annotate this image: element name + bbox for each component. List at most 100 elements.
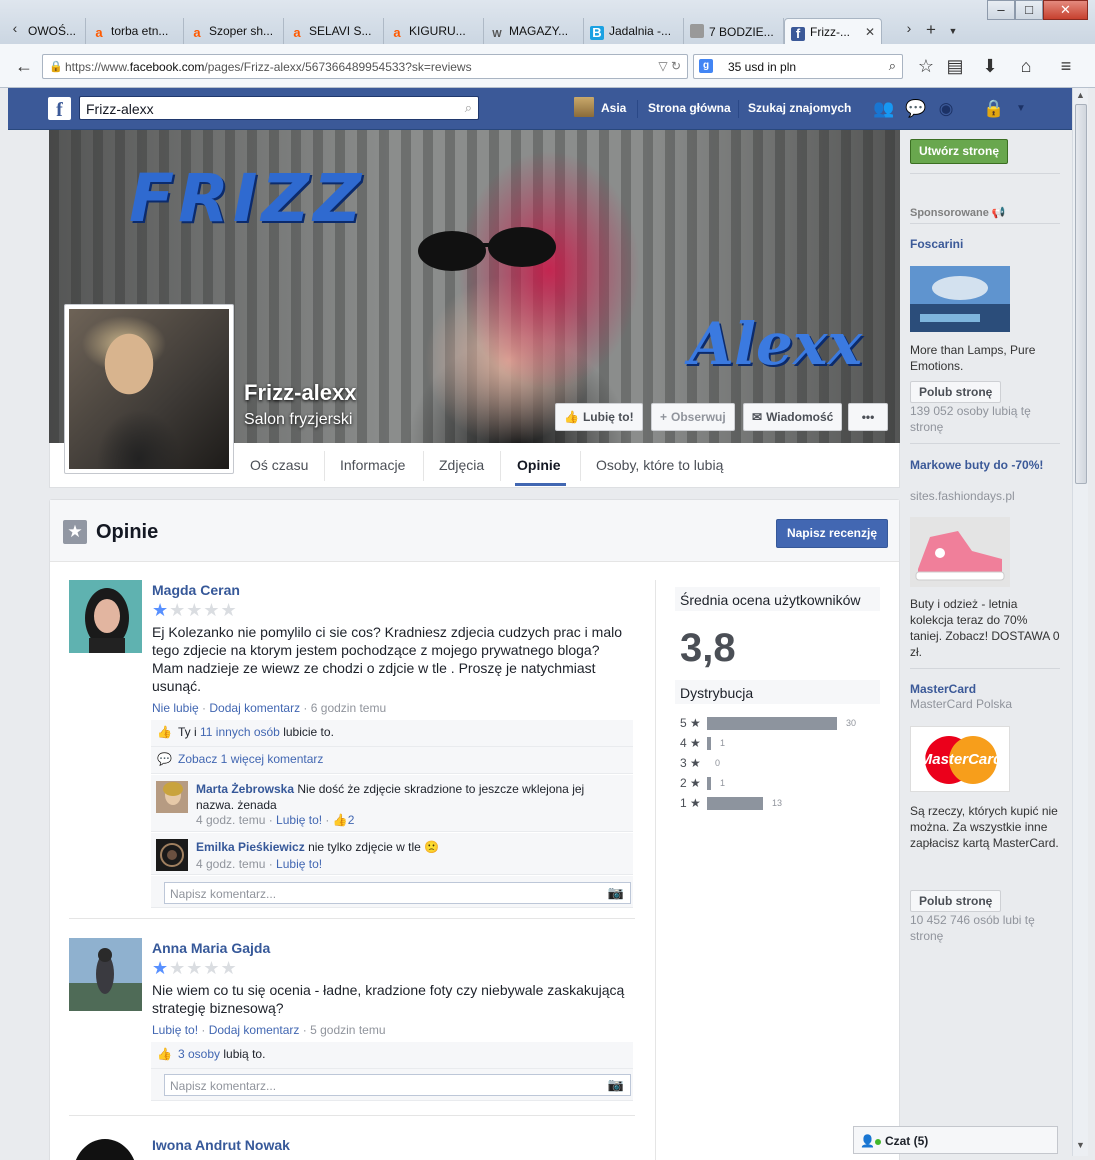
tab-timeline[interactable]: Oś czasu [250, 457, 308, 473]
browser-tab[interactable]: 7 BODZIE... [684, 18, 784, 44]
review-time[interactable]: 6 godzin temu [311, 701, 386, 715]
browser-tab[interactable]: a Szoper sh... [184, 18, 284, 44]
review-author[interactable]: Iwona Andrut Nowak [152, 1137, 290, 1153]
chat-tab[interactable]: 👤 Czat (5) [853, 1126, 1058, 1154]
likes-link[interactable]: 11 innych osób [200, 725, 280, 739]
like-link[interactable]: Lubię to! [152, 1023, 198, 1037]
browser-tab[interactable]: a SELAVI S... [284, 18, 384, 44]
browser-tab[interactable]: a KIGURU... [384, 18, 484, 44]
create-page-button[interactable]: Utwórz stronę [910, 139, 1008, 164]
facebook-search-input[interactable]: Frizz-alexx ⌕ [79, 96, 479, 120]
avatar[interactable] [156, 781, 188, 813]
facebook-logo-icon[interactable]: f [48, 97, 71, 121]
ad-text[interactable]: Buty i odzież - letnia kolekcja teraz do… [910, 596, 1060, 660]
search-bar[interactable]: g 35 usd in pln ⌕ [693, 54, 903, 79]
tabs-scroll-left-icon[interactable]: ‹ [8, 20, 22, 42]
profile-picture[interactable] [64, 304, 234, 474]
avatar[interactable] [574, 97, 594, 117]
search-icon[interactable]: ⌕ [889, 58, 896, 74]
comment-likes-count[interactable]: 👍2 [333, 813, 355, 827]
avatar[interactable] [69, 580, 142, 653]
likes-link[interactable]: 3 osoby [178, 1047, 220, 1061]
unlike-link[interactable]: Nie lubię [152, 701, 199, 715]
messages-icon[interactable]: 💬 [905, 99, 926, 119]
scrollbar-thumb[interactable] [1075, 104, 1087, 484]
account-menu-icon[interactable]: ▼ [1011, 103, 1031, 123]
add-comment-link[interactable]: Dodaj komentarz [209, 1023, 300, 1037]
browser-tab-active[interactable]: f Frizz-... ✕ [784, 18, 882, 44]
avatar[interactable] [69, 938, 142, 1011]
scroll-up-icon[interactable]: ▲ [1076, 90, 1085, 100]
review-author[interactable]: Magda Ceran [152, 582, 240, 598]
like-button[interactable]: 👍 Lubię to! [555, 403, 643, 431]
ad-image-sneaker[interactable] [910, 517, 1010, 587]
maximize-icon[interactable]: □ [1015, 0, 1043, 20]
tab-about[interactable]: Informacje [340, 457, 405, 473]
like-page-button[interactable]: Polub stronę [910, 381, 1002, 403]
comment-like-link[interactable]: Lubię to! [276, 857, 322, 871]
more-comments-row[interactable]: 💬 Zobacz 1 więcej komentarz [151, 747, 633, 774]
browser-tab[interactable]: a torba etn... [86, 18, 184, 44]
tab-likes[interactable]: Osoby, które to lubią [596, 457, 723, 473]
vertical-scrollbar[interactable]: ▲ ▼ [1072, 88, 1088, 1156]
sponsored-label[interactable]: Sponsorowane 📢 [910, 206, 1006, 219]
add-comment-link[interactable]: Dodaj komentarz [209, 701, 300, 715]
ad-text[interactable]: More than Lamps, Pure Emotions. [910, 342, 1060, 374]
ad-sponsor[interactable]: MasterCard Polska [910, 697, 1060, 711]
write-review-button[interactable]: Napisz recenzję [776, 519, 888, 548]
home-icon[interactable]: ⌂ [1012, 53, 1040, 81]
tab-photos[interactable]: Zdjęcia [439, 457, 484, 473]
comment-author[interactable]: Marta Żebrowska [196, 782, 294, 796]
follow-button[interactable]: + Obserwuj [651, 403, 735, 431]
close-tab-icon[interactable]: ✕ [865, 25, 875, 39]
comment-like-link[interactable]: Lubię to! [276, 813, 322, 827]
ad-title[interactable]: Markowe buty do -70%! [910, 457, 1060, 473]
reload-icon[interactable]: ▽ ↻ [658, 59, 681, 73]
message-button[interactable]: ✉ Wiadomość [743, 403, 843, 431]
comment-input[interactable]: Napisz komentarz... 📷 [164, 1074, 631, 1096]
menu-icon[interactable]: ≡ [1052, 53, 1080, 81]
review-author[interactable]: Anna Maria Gajda [152, 940, 270, 956]
notifications-globe-icon[interactable]: ◉ [936, 99, 956, 119]
comment-input[interactable]: Napisz komentarz... 📷 [164, 882, 631, 904]
comment-time[interactable]: 4 godz. temu [196, 857, 265, 871]
browser-tab[interactable]: OWOŚ... [22, 18, 86, 44]
comment-time[interactable]: 4 godz. temu [196, 813, 265, 827]
scroll-down-icon[interactable]: ▼ [1076, 1140, 1085, 1150]
new-tab-icon[interactable]: + [924, 20, 938, 42]
tab-reviews[interactable]: Opinie [517, 457, 561, 473]
comment-author[interactable]: Emilka Pieśkiewicz [196, 840, 305, 854]
camera-icon[interactable]: 📷 [608, 885, 624, 901]
browser-tab[interactable]: W MAGAZY... [484, 18, 584, 44]
close-window-icon[interactable]: ✕ [1043, 0, 1088, 20]
like-page-button[interactable]: Polub stronę [910, 890, 1002, 912]
url-bar[interactable]: 🔒 https://www.facebook.com/pages/Frizz-a… [42, 54, 688, 79]
avatar[interactable] [69, 1135, 142, 1160]
page-title[interactable]: Frizz-alexx [244, 380, 357, 406]
browser-tab[interactable]: B Jadalnia -... [584, 18, 684, 44]
more-options-button[interactable]: ••• [848, 403, 888, 431]
avatar[interactable] [156, 839, 188, 871]
ad-image-lamp[interactable] [910, 266, 1010, 332]
profile-link[interactable]: Asia [601, 101, 626, 115]
view-more-comments-link[interactable]: Zobacz 1 więcej komentarz [178, 752, 323, 766]
find-friends-link[interactable]: Szukaj znajomych [748, 101, 851, 115]
ad-url[interactable]: sites.fashiondays.pl [910, 489, 1060, 503]
friend-requests-icon[interactable]: 👥 [873, 99, 894, 119]
review-time[interactable]: 5 godzin temu [310, 1023, 385, 1037]
back-icon[interactable]: ← [10, 53, 38, 81]
bookmark-star-icon[interactable]: ☆ [912, 53, 940, 81]
privacy-lock-icon[interactable]: 🔒 [983, 99, 1004, 119]
tabs-scroll-right-icon[interactable]: › [902, 20, 916, 42]
download-icon[interactable]: ⬇ [976, 53, 1004, 81]
ad-text[interactable]: Są rzeczy, których kupić nie można. Za w… [910, 803, 1060, 851]
minimize-icon[interactable]: – [987, 0, 1015, 20]
ad-title[interactable]: Foscarini [910, 236, 1060, 252]
home-link[interactable]: Strona główna [648, 101, 731, 115]
search-icon[interactable]: ⌕ [465, 100, 472, 116]
ad-title[interactable]: MasterCard [910, 681, 1060, 697]
ad-image-mastercard[interactable]: MasterCard [910, 726, 1010, 792]
reading-list-icon[interactable]: ▤ [941, 53, 969, 81]
page-category[interactable]: Salon fryzjerski [244, 411, 352, 429]
camera-icon[interactable]: 📷 [608, 1077, 624, 1093]
